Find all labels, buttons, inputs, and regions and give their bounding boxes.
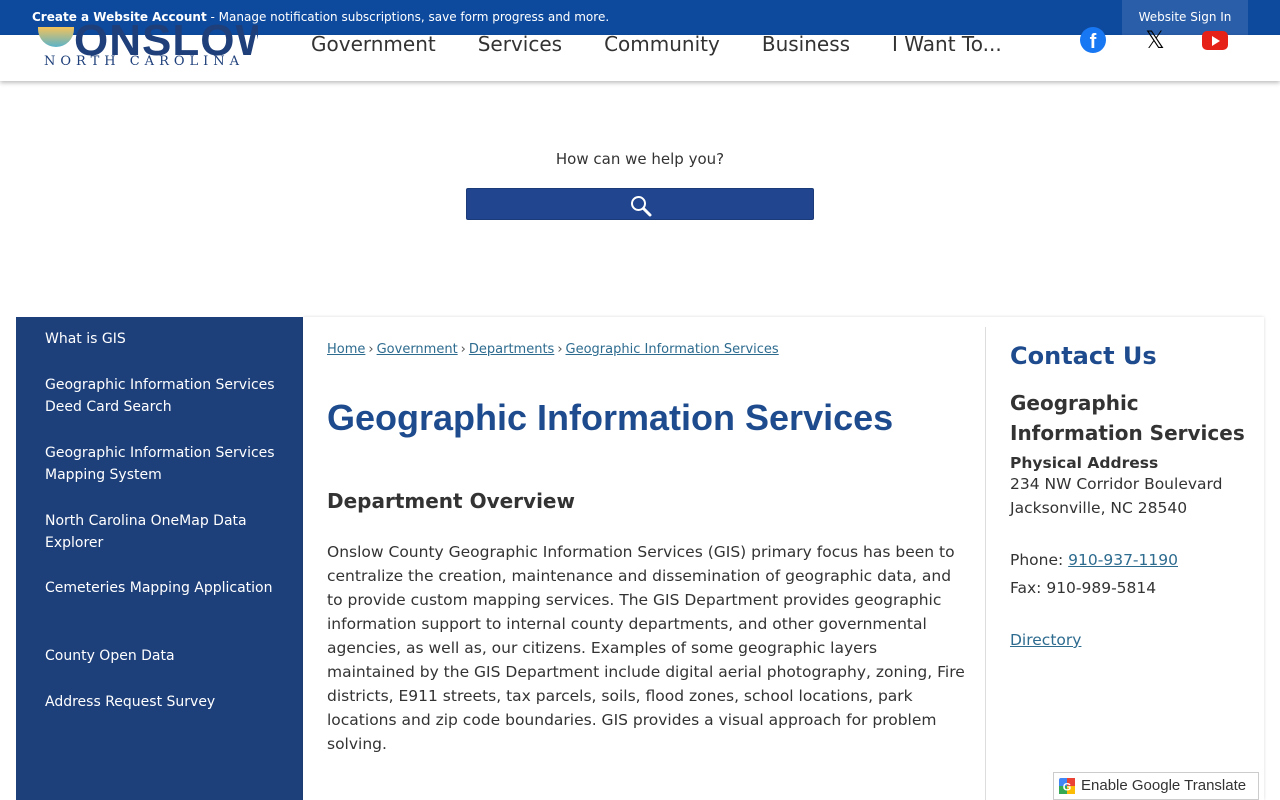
phone-label: Phone: bbox=[1010, 551, 1069, 569]
address-label: Physical Address bbox=[1010, 454, 1159, 472]
google-translate-button[interactable]: G Enable Google Translate bbox=[1053, 772, 1259, 800]
overview-paragraph: Onslow County Geographic Information Ser… bbox=[327, 543, 965, 753]
youtube-icon[interactable] bbox=[1202, 27, 1228, 53]
fax-row: Fax: 910-989-5814 bbox=[1010, 576, 1250, 600]
facebook-icon[interactable]: f bbox=[1080, 27, 1106, 53]
website-sign-in-button[interactable]: Website Sign In bbox=[1122, 0, 1248, 35]
breadcrumb-government[interactable]: Government bbox=[377, 342, 458, 357]
breadcrumb-home[interactable]: Home bbox=[327, 342, 365, 357]
sidebar-item-what-is-gis[interactable]: What is GIS bbox=[45, 328, 275, 350]
contact-panel: Contact Us Geographic Information Servic… bbox=[1010, 342, 1250, 652]
search-icon bbox=[631, 196, 652, 217]
directory-row: Directory bbox=[1010, 628, 1250, 652]
search-button[interactable] bbox=[466, 188, 814, 220]
sidebar-item-cemeteries-mapping[interactable]: Cemeteries Mapping Application bbox=[45, 577, 275, 599]
directory-link[interactable]: Directory bbox=[1010, 631, 1081, 649]
notification-text: - Manage notification subscriptions, sav… bbox=[206, 10, 610, 24]
address-line-1: 234 NW Corridor Boulevard bbox=[1010, 475, 1223, 493]
nav-services[interactable]: Services bbox=[478, 29, 562, 59]
google-translate-icon: G bbox=[1059, 778, 1075, 794]
breadcrumb-separator: › bbox=[557, 342, 563, 357]
phone-row: Phone: 910-937-1190 bbox=[1010, 548, 1250, 572]
nav-business[interactable]: Business bbox=[762, 29, 850, 59]
phone-link[interactable]: 910-937-1190 bbox=[1068, 551, 1178, 569]
main-content: Home › Government › Departments › Geographic I… bbox=[303, 317, 1264, 800]
fax-label: Fax: bbox=[1010, 579, 1047, 597]
logo-emblem-icon bbox=[38, 27, 74, 47]
overview-heading: Department Overview bbox=[327, 489, 575, 513]
fax-number: 910-989-5814 bbox=[1046, 579, 1157, 597]
sidebar-nav: What is GIS Geographic Information Servi… bbox=[16, 317, 303, 800]
search-prompt: How can we help you? bbox=[555, 150, 725, 168]
onslow-logo[interactable]: ONSLOW NORTH CAROLINA bbox=[38, 19, 258, 71]
sidebar-item-address-request-survey[interactable]: Address Request Survey bbox=[45, 691, 275, 713]
breadcrumb-gis[interactable]: Geographic Information Services bbox=[566, 342, 779, 357]
site-header: ONSLOW NORTH CAROLINA Government Service… bbox=[0, 19, 1280, 81]
page-title: Geographic Information Services bbox=[327, 397, 894, 438]
breadcrumb-departments[interactable]: Departments bbox=[469, 342, 554, 357]
nav-community[interactable]: Community bbox=[604, 29, 720, 59]
google-translate-label: Enable Google Translate bbox=[1081, 777, 1247, 794]
nav-i-want-to[interactable]: I Want To... bbox=[892, 29, 1002, 59]
breadcrumb-separator: › bbox=[460, 342, 466, 357]
sidebar-item-onemap-data-explorer[interactable]: North Carolina OneMap Data Explorer bbox=[45, 510, 275, 554]
breadcrumb-separator: › bbox=[368, 342, 374, 357]
nav-government[interactable]: Government bbox=[311, 29, 436, 59]
address-line-2: Jacksonville, NC 28540 bbox=[1010, 499, 1188, 517]
logo-subtitle: NORTH CAROLINA bbox=[44, 54, 245, 69]
column-divider bbox=[985, 327, 986, 800]
sidebar-item-deed-card-search[interactable]: Geographic Information Services Deed Car… bbox=[45, 374, 275, 418]
main-navigation: Government Services Community Business I… bbox=[311, 29, 1044, 59]
contact-department: Geographic Information Services bbox=[1010, 391, 1245, 445]
sidebar-item-county-open-data[interactable]: County Open Data bbox=[45, 645, 275, 667]
x-twitter-icon[interactable]: 𝕏 bbox=[1142, 27, 1168, 53]
contact-heading: Contact Us bbox=[1010, 342, 1157, 370]
breadcrumb: Home › Government › Departments › Geographic I… bbox=[327, 342, 779, 357]
sidebar-item-mapping-system[interactable]: Geographic Information Services Mapping … bbox=[45, 442, 275, 486]
svg-text:G: G bbox=[1063, 782, 1072, 794]
